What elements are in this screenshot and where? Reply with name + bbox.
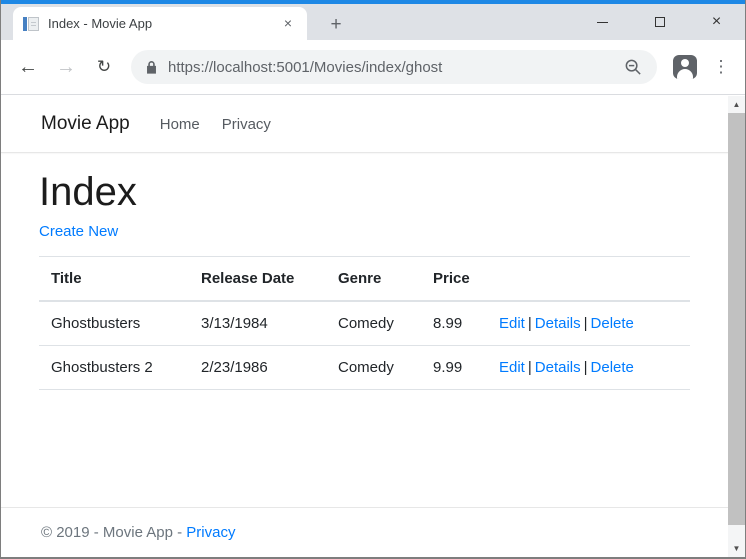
table-row: Ghostbusters 3/13/1984 Comedy 8.99 Edit |… — [39, 301, 690, 346]
cell-genre: Comedy — [326, 345, 421, 390]
site-navbar: Movie App Home Privacy — [1, 96, 728, 153]
close-button[interactable]: × — [688, 4, 745, 40]
address-bar[interactable]: https://localhost:5001/Movies/index/ghos… — [131, 50, 657, 84]
scroll-down-icon[interactable]: ▼ — [728, 540, 745, 557]
navbar-brand[interactable]: Movie App — [41, 113, 130, 135]
cell-release-date: 2/23/1986 — [189, 345, 326, 390]
minimize-icon — [597, 21, 608, 23]
cell-release-date: 3/13/1984 — [189, 301, 326, 346]
details-link[interactable]: Details — [535, 359, 581, 376]
delete-link[interactable]: Delete — [591, 315, 634, 332]
secure-lock-icon — [145, 60, 158, 75]
nav-link-privacy[interactable]: Privacy — [222, 116, 271, 133]
window-controls: × — [574, 4, 745, 40]
table-header-row: Title Release Date Genre Price — [39, 256, 690, 302]
action-separator: | — [583, 315, 588, 332]
create-new-link[interactable]: Create New — [39, 223, 118, 240]
footer-privacy-link[interactable]: Privacy — [186, 524, 235, 541]
header-release-date: Release Date — [189, 256, 326, 302]
copyright-text: © 2019 - Movie App - — [41, 524, 183, 541]
favicon-icon — [23, 16, 40, 32]
page-viewport: Movie App Home Privacy Index Create New … — [1, 96, 728, 557]
site-footer: © 2019 - Movie App - Privacy — [1, 507, 728, 557]
action-separator: | — [527, 359, 532, 376]
scrollbar-thumb[interactable] — [728, 113, 745, 525]
zoom-indicator-icon[interactable] — [624, 58, 643, 77]
cell-genre: Comedy — [326, 301, 421, 346]
browser-tab[interactable]: Index - Movie App × — [13, 7, 307, 40]
tab-title: Index - Movie App — [48, 16, 153, 31]
cell-actions: Edit | Details | Delete — [487, 345, 690, 390]
main-content: Index Create New Title Release Date Genr… — [1, 153, 728, 507]
close-icon: × — [711, 13, 722, 30]
page-title: Index — [39, 170, 137, 214]
table-row: Ghostbusters 2 2/23/1986 Comedy 9.99 Edi… — [39, 345, 690, 390]
browser-menu-button[interactable]: ⋮ — [707, 57, 735, 77]
scroll-up-icon[interactable]: ▲ — [728, 96, 745, 113]
header-price: Price — [421, 256, 487, 302]
movies-table: Title Release Date Genre Price Ghostbust… — [39, 256, 690, 390]
new-tab-button[interactable]: + — [323, 12, 349, 38]
cell-price: 9.99 — [421, 345, 487, 390]
cell-title: Ghostbusters — [39, 301, 189, 346]
back-button[interactable]: ← — [11, 50, 45, 84]
browser-toolbar: ← → ↻ https://localhost:5001/Movies/inde… — [1, 40, 745, 95]
nav-link-home[interactable]: Home — [160, 116, 200, 133]
cell-actions: Edit | Details | Delete — [487, 301, 690, 346]
maximize-icon — [654, 17, 665, 27]
edit-link[interactable]: Edit — [499, 359, 525, 376]
profile-avatar-icon — [673, 55, 697, 79]
reload-button[interactable]: ↻ — [87, 50, 121, 84]
minimize-button[interactable] — [574, 4, 631, 40]
cell-title: Ghostbusters 2 — [39, 345, 189, 390]
header-genre: Genre — [326, 256, 421, 302]
details-link[interactable]: Details — [535, 315, 581, 332]
browser-window: Index - Movie App × + × ← → ↻ https://lo… — [0, 0, 746, 559]
action-separator: | — [583, 359, 588, 376]
delete-link[interactable]: Delete — [591, 359, 634, 376]
scrollbar[interactable]: ▲ ▼ — [728, 96, 745, 557]
cell-price: 8.99 — [421, 301, 487, 346]
tab-close-icon[interactable]: × — [279, 15, 297, 33]
header-actions — [487, 256, 690, 302]
profile-avatar-button[interactable] — [667, 50, 703, 84]
url-text[interactable]: https://localhost:5001/Movies/index/ghos… — [168, 59, 614, 76]
action-separator: | — [527, 315, 532, 332]
maximize-button[interactable] — [631, 4, 688, 40]
forward-button[interactable]: → — [49, 50, 83, 84]
edit-link[interactable]: Edit — [499, 315, 525, 332]
tab-strip: Index - Movie App × + × — [1, 4, 745, 40]
header-title: Title — [39, 256, 189, 302]
